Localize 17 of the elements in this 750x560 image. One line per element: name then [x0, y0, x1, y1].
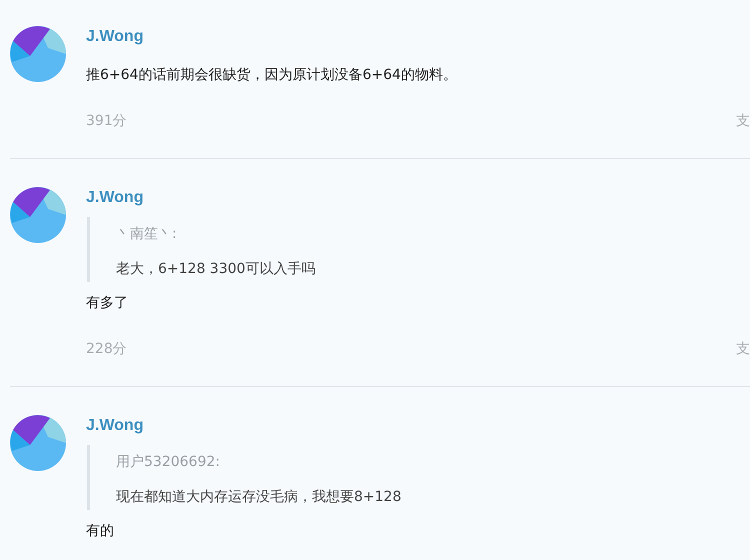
- score-label: 228分: [86, 340, 127, 359]
- author-name[interactable]: J.Wong: [86, 415, 750, 437]
- support-link[interactable]: 支: [736, 110, 750, 132]
- comment-text: 推6+64的话前期会很缺货，因为原计划没备6+64的物料。: [86, 66, 458, 85]
- quote-author: 丶南笙丶:: [116, 225, 178, 244]
- quote-text: 老大，6+128 3300可以入手吗: [116, 260, 316, 279]
- avatar-icon: [10, 415, 66, 471]
- comment-text: 有的: [86, 522, 115, 541]
- quote-text: 现在都知道大内存运存没毛病，我想要8+128: [116, 488, 402, 507]
- avatar-icon: [10, 187, 66, 243]
- avatar-icon: [10, 26, 66, 82]
- quote-author: 用户53206692:: [116, 453, 221, 472]
- comment-text: 有多了: [86, 294, 129, 313]
- author-name[interactable]: J.Wong: [86, 187, 750, 209]
- author-name[interactable]: J.Wong: [86, 26, 750, 48]
- score-label: 391分: [86, 112, 127, 131]
- support-link[interactable]: 支: [736, 338, 750, 360]
